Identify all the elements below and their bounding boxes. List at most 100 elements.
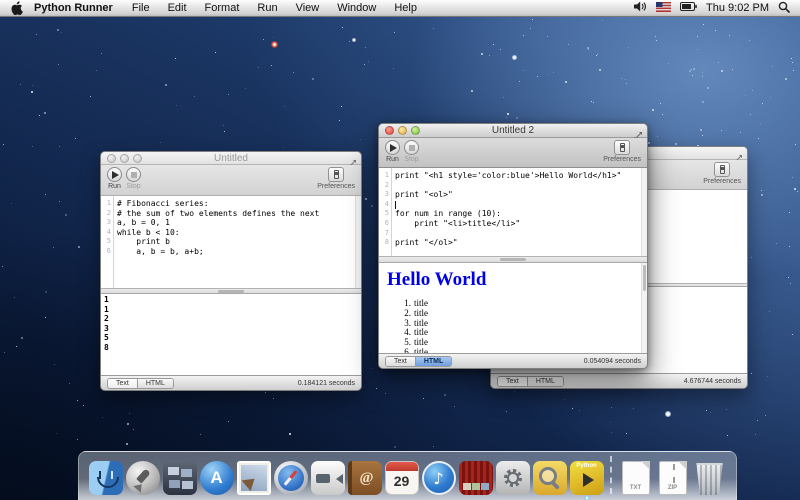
star [697, 36, 698, 37]
star [675, 143, 677, 145]
code-editor[interactable]: 12345678print "<h1 style='color:blue'>He… [379, 168, 647, 256]
output-pane[interactable]: Hello World 1.title2.title3.title4.title… [379, 263, 647, 353]
line-number: 2 [379, 181, 391, 191]
menu-help[interactable]: Help [385, 2, 426, 14]
output-scrollbar[interactable] [641, 263, 647, 353]
star [625, 79, 626, 80]
menu-run[interactable]: Run [248, 2, 286, 14]
star [500, 49, 501, 50]
dock-item-appstore[interactable] [198, 461, 235, 495]
list-item: 5.title [399, 338, 639, 348]
star [271, 41, 278, 48]
missioncontrol-icon [163, 461, 197, 495]
window-untitled-titlebar[interactable]: Untitled [101, 152, 361, 165]
menu-clock[interactable]: Thu 9:02 PM [706, 2, 769, 14]
star [523, 70, 524, 71]
run-button[interactable] [385, 140, 400, 155]
star [597, 54, 598, 55]
dock-item-python-runner[interactable]: Python [568, 461, 605, 495]
star [273, 37, 274, 38]
window-untitled-2-titlebar[interactable]: Untitled 2 [379, 124, 647, 138]
menu-window[interactable]: Window [328, 2, 385, 14]
dock-item-launchpad[interactable] [124, 461, 161, 495]
volume-icon[interactable] [634, 1, 647, 15]
star [481, 53, 483, 55]
dock-item-contacts[interactable] [346, 461, 383, 495]
dock-item-itunes[interactable] [420, 461, 457, 495]
text-tab[interactable]: Text [498, 377, 528, 386]
star [702, 76, 703, 77]
stop-button[interactable] [404, 140, 419, 155]
dock-item-finder[interactable] [87, 461, 124, 495]
dock-item-sysprefs[interactable] [494, 461, 531, 495]
pane-splitter[interactable] [379, 256, 647, 263]
dock-item-ical[interactable]: 29 [383, 461, 420, 495]
star [96, 70, 97, 71]
preferences-control: Preferences [317, 167, 355, 190]
star [200, 434, 201, 435]
html-tab[interactable]: HTML [416, 357, 451, 366]
star [44, 112, 46, 114]
spotlight-icon[interactable] [778, 1, 790, 16]
scroll-thumb[interactable] [643, 265, 646, 291]
star [507, 113, 509, 115]
run-label: Run [386, 156, 399, 163]
star [53, 247, 54, 248]
dock-item-txt-file[interactable]: TXT [617, 461, 654, 495]
window-untitled-2-toolbar: Run Stop Preferences [379, 138, 647, 168]
star [365, 198, 367, 200]
output-pane[interactable]: 1 1 2 3 5 8 [101, 294, 361, 375]
star [792, 62, 793, 63]
star [767, 376, 768, 377]
code-line: print "</ol>" [395, 238, 647, 248]
html-tab[interactable]: HTML [528, 377, 563, 386]
star [703, 24, 704, 25]
dock-item-utility[interactable] [531, 461, 568, 495]
html-tab[interactable]: HTML [138, 379, 173, 388]
horizontal-scroll-thumb[interactable] [218, 290, 244, 293]
star [707, 87, 709, 89]
dock-item-zip-file[interactable]: ZIP [654, 461, 691, 495]
sysprefs-icon [496, 461, 530, 495]
editor-scrollbar[interactable] [641, 168, 647, 256]
preferences-button[interactable] [714, 162, 730, 177]
preferences-button[interactable] [328, 167, 344, 182]
dock-item-facetime[interactable] [309, 461, 346, 495]
star [693, 68, 695, 70]
list-item: 1.title [399, 299, 639, 309]
star [532, 19, 533, 20]
menu-format[interactable]: Format [196, 2, 249, 14]
editor-scrollbar[interactable] [355, 196, 361, 288]
battery-icon[interactable] [680, 2, 697, 14]
apple-menu-icon[interactable] [0, 1, 32, 15]
run-button[interactable] [107, 167, 122, 182]
list-item-text: title [414, 348, 428, 353]
menu-file[interactable]: File [123, 2, 159, 14]
text-tab[interactable]: Text [386, 357, 416, 366]
star [519, 81, 520, 82]
dock-item-safari[interactable] [272, 461, 309, 495]
input-source-flag-icon[interactable] [656, 2, 671, 15]
star [339, 120, 340, 121]
text-tab[interactable]: Text [108, 379, 138, 388]
code-line: # the sum of two elements defines the ne… [117, 209, 361, 219]
star [284, 106, 285, 107]
star [553, 72, 554, 73]
horizontal-scroll-thumb[interactable] [500, 258, 526, 261]
stop-button[interactable] [126, 167, 141, 182]
preferences-button[interactable] [614, 140, 630, 155]
stop-label: Stop [126, 183, 140, 190]
dock-item-mail[interactable] [235, 461, 272, 495]
star [433, 28, 434, 29]
star [289, 433, 291, 435]
menu-edit[interactable]: Edit [159, 2, 196, 14]
star [691, 69, 692, 70]
menu-view[interactable]: View [287, 2, 329, 14]
dock-item-missioncontrol[interactable] [161, 461, 198, 495]
dock-item-trash[interactable] [691, 461, 728, 495]
stop-label: Stop [404, 156, 418, 163]
dock-item-photobooth[interactable] [457, 461, 494, 495]
star [628, 47, 629, 48]
code-editor[interactable]: 123456# Fibonacci series:# the sum of tw… [101, 196, 361, 288]
app-menu-title[interactable]: Python Runner [32, 2, 123, 14]
